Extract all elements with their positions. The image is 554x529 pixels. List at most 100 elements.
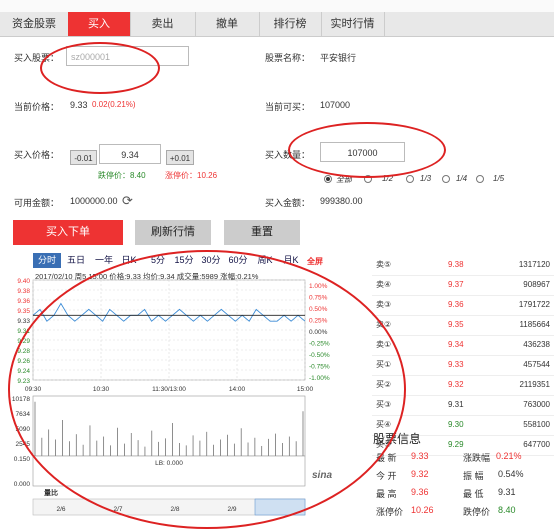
chart-tab-15min[interactable]: 15分 <box>172 253 196 268</box>
y-tick-label-left: 9.36 <box>17 298 30 305</box>
volume-tick-label: 10178 <box>12 396 30 403</box>
qty-option-third-radio[interactable] <box>406 175 414 183</box>
volume-tick-label: 7634 <box>16 411 31 418</box>
volume-tick-label: 5090 <box>16 426 31 433</box>
info-open-value: 9.32 <box>411 469 429 479</box>
qty-option-fifth-radio[interactable] <box>476 175 484 183</box>
info-low-label: 最 低 <box>463 489 484 499</box>
orderbook-label: 卖③ <box>376 300 392 309</box>
info-limit-down-value: 8.40 <box>498 505 516 515</box>
chart-tab-intraday[interactable]: 分时 <box>33 253 61 268</box>
orderbook-row: 卖④ 9.37 908967 <box>372 275 554 296</box>
available-funds-value: 1000000.00 <box>70 196 118 206</box>
chart-tab-daily-k[interactable]: 日K <box>118 253 140 268</box>
info-high-value: 9.36 <box>411 487 429 497</box>
y-tick-label-left: 9.35 <box>17 308 30 315</box>
current-price-change: 0.02(0.21%) <box>92 100 136 109</box>
buy-price-label: 买入价格： <box>14 150 60 160</box>
info-open-label: 今 开 <box>376 471 397 481</box>
y-tick-label-right: 0.00% <box>309 329 328 336</box>
current-buyable-label: 当前可买： <box>265 102 311 112</box>
y-tick-label-left: 9.26 <box>17 358 30 365</box>
chart-tab-5min[interactable]: 5分 <box>148 253 168 268</box>
x-tick-label: 15:00 <box>297 386 314 393</box>
chart-tab-1year[interactable]: 一年 <box>91 253 117 268</box>
chart-tab-monthly-k[interactable]: 月K <box>280 253 302 268</box>
buy-price-input[interactable]: 9.34 <box>99 144 161 164</box>
price-minus-button[interactable]: -0.01 <box>70 150 97 165</box>
info-latest-value: 9.33 <box>411 451 429 461</box>
tab-funds-stocks[interactable]: 资金股票 <box>0 12 69 36</box>
current-price-label: 当前价格： <box>14 102 60 112</box>
orderbook-volume: 647700 <box>523 440 550 449</box>
qty-option-half-radio[interactable] <box>364 175 372 183</box>
limit-up-price: 涨停价：10.26 <box>165 171 218 180</box>
stock-code-input[interactable]: sz000001 <box>66 46 189 66</box>
y-tick-label-left: 9.23 <box>17 378 30 385</box>
orderbook-row: 卖③ 9.36 1791722 <box>372 295 554 316</box>
orderbook-volume: 1317120 <box>518 260 550 269</box>
orderbook-row: 买① 9.33 457544 <box>372 355 554 376</box>
reset-button[interactable]: 重置 <box>224 220 300 245</box>
orderbook-volume: 457544 <box>523 360 550 369</box>
y-tick-label-right: 0.75% <box>309 295 328 302</box>
qty-option-half-label: 1/2 <box>382 174 394 183</box>
qty-option-quarter-radio[interactable] <box>442 175 450 183</box>
orderbook-label: 买① <box>376 360 392 369</box>
orderbook-row: 买② 9.32 2119351 <box>372 375 554 396</box>
orderbook-row: 卖⑤ 9.38 1317120 <box>372 255 554 276</box>
qty-option-all-radio[interactable] <box>324 175 332 183</box>
x-tick-label: 09:30 <box>25 386 42 393</box>
buy-amount-label: 买入金额： <box>265 198 311 208</box>
y-tick-label-left: 9.28 <box>17 348 30 355</box>
orderbook-label: 卖② <box>376 320 392 329</box>
orderbook-volume: 1791722 <box>518 300 550 309</box>
chart-tab-weekly-k[interactable]: 周K <box>254 253 276 268</box>
navigator-date: 2/7 <box>113 506 122 513</box>
tab-ranking[interactable]: 排行榜 <box>259 12 322 36</box>
chart-tab-5day[interactable]: 五日 <box>63 253 89 268</box>
x-tick-label: 10:30 <box>93 386 110 393</box>
y-tick-label-right: 0.25% <box>309 318 328 325</box>
y-tick-label-right: 0.50% <box>309 306 328 313</box>
orderbook-volume: 908967 <box>523 280 550 289</box>
buy-order-button[interactable]: 买入下单 <box>13 220 123 245</box>
orderbook-price: 9.36 <box>448 300 464 309</box>
orderbook-price: 9.38 <box>448 260 464 269</box>
x-tick-label: 11:30/13:00 <box>152 386 186 393</box>
y-tick-label-left: 9.40 <box>17 278 30 285</box>
stock-name-value: 平安银行 <box>320 53 357 63</box>
fullscreen-link[interactable]: 全屏 <box>307 256 323 267</box>
chart-tab-30min[interactable]: 30分 <box>199 253 223 268</box>
current-buyable-value: 107000 <box>320 100 351 110</box>
refresh-quotes-button[interactable]: 刷新行情 <box>135 220 211 245</box>
chart-tab-60min[interactable]: 60分 <box>226 253 250 268</box>
refresh-icon[interactable]: ⟳ <box>122 193 133 209</box>
buy-quantity-label: 买入数量： <box>265 150 311 160</box>
navigator-selection <box>254 498 306 516</box>
orderbook-volume: 436238 <box>523 340 550 349</box>
buy-quantity-input[interactable]: 107000 <box>320 142 405 162</box>
price-plus-button[interactable]: +0.01 <box>166 150 194 165</box>
orderbook-price: 9.34 <box>448 340 464 349</box>
lb-tick-label: 0.000 <box>14 481 31 488</box>
tab-realtime-quotes[interactable]: 实时行情 <box>321 12 385 36</box>
intraday-chart[interactable]: 9.40 9.38 9.36 9.35 9.33 9.31 9.29 9.28 9.26 9.24… <box>0 278 340 529</box>
orderbook-row: 卖② 9.35 1185664 <box>372 315 554 336</box>
info-amplitude-value: 0.54% <box>498 469 524 479</box>
lb-label: LB: 0.000 <box>155 460 183 467</box>
y-tick-label-left: 9.33 <box>17 318 30 325</box>
orderbook-volume: 2119351 <box>519 380 550 389</box>
y-tick-label-right: -0.25% <box>309 341 330 348</box>
info-change-value: 0.21% <box>496 451 522 461</box>
tab-cancel-order[interactable]: 撤单 <box>195 12 260 36</box>
x-tick-label: 14:00 <box>229 386 246 393</box>
tab-buy[interactable]: 买入 <box>68 12 131 36</box>
current-price-value: 9.33 <box>70 100 88 110</box>
y-tick-label-right: -1.00% <box>309 375 330 382</box>
tab-sell[interactable]: 卖出 <box>130 12 196 36</box>
qty-option-fifth-label: 1/5 <box>493 174 505 183</box>
y-tick-label-right: -0.50% <box>309 352 330 359</box>
buy-amount-value: 999380.00 <box>320 196 363 206</box>
lb-tick-label: 0.150 <box>14 456 31 463</box>
